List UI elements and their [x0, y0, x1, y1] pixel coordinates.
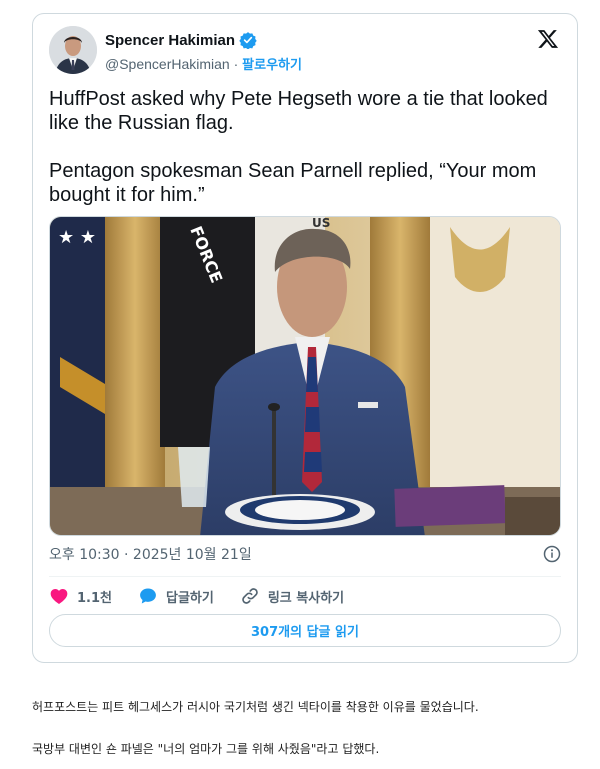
- heart-icon: [50, 589, 68, 604]
- copy-link-label: 링크 복사하기: [267, 590, 345, 606]
- author-handle-row: @SpencerHakimian · 팔로우하기: [105, 54, 302, 73]
- like-button[interactable]: 1.1천: [49, 586, 112, 606]
- like-count: 1.1천: [77, 590, 112, 606]
- avatar[interactable]: [49, 26, 97, 74]
- flag-text-2: US: [312, 217, 330, 230]
- tweet-text: HuffPost asked why Pete Hegseth wore a t…: [49, 88, 548, 206]
- caption-line-2: 국방부 대변인 숀 파넬은 "너의 엄마가 그를 위해 사줬음"라고 답했다.: [32, 742, 380, 756]
- verified-badge-icon: [239, 32, 257, 49]
- tweet-photo[interactable]: ★ ★ FORCE US: [49, 216, 561, 536]
- handle-separator: ·: [229, 56, 243, 72]
- author-name-row: Spencer Hakimian: [105, 31, 257, 49]
- tweet-card: Spencer Hakimian @SpencerHakimian · 팔로우하…: [32, 13, 578, 663]
- copy-link-button[interactable]: 링크 복사하기: [240, 586, 344, 606]
- read-replies-button[interactable]: 307개의 답글 읽기: [49, 614, 561, 647]
- svg-text:★ ★: ★ ★: [58, 227, 96, 248]
- reply-button[interactable]: 답글하기: [138, 586, 214, 606]
- tweet-timestamp[interactable]: 오후 10:30 · 2025년 10월 21일: [49, 544, 252, 564]
- link-icon: [242, 588, 258, 604]
- info-icon[interactable]: [543, 545, 561, 563]
- author-handle[interactable]: @SpencerHakimian: [105, 56, 230, 72]
- divider: [49, 576, 561, 577]
- avatar-photo: [49, 26, 97, 74]
- follow-button[interactable]: 팔로우하기: [242, 58, 302, 73]
- author-display-name[interactable]: Spencer Hakimian: [105, 32, 235, 49]
- x-logo-icon[interactable]: [537, 28, 559, 50]
- tweet-actions: 1.1천 답글하기 링크 복사하기: [49, 586, 370, 606]
- photo-pete-hegseth: ★ ★ FORCE US: [50, 217, 560, 535]
- reply-label: 답글하기: [166, 590, 214, 606]
- caption-line-1: 허프포스트는 피트 헤그세스가 러시아 국기처럼 생긴 넥타이를 착용한 이유를…: [32, 700, 479, 714]
- speech-bubble-icon: [140, 588, 156, 604]
